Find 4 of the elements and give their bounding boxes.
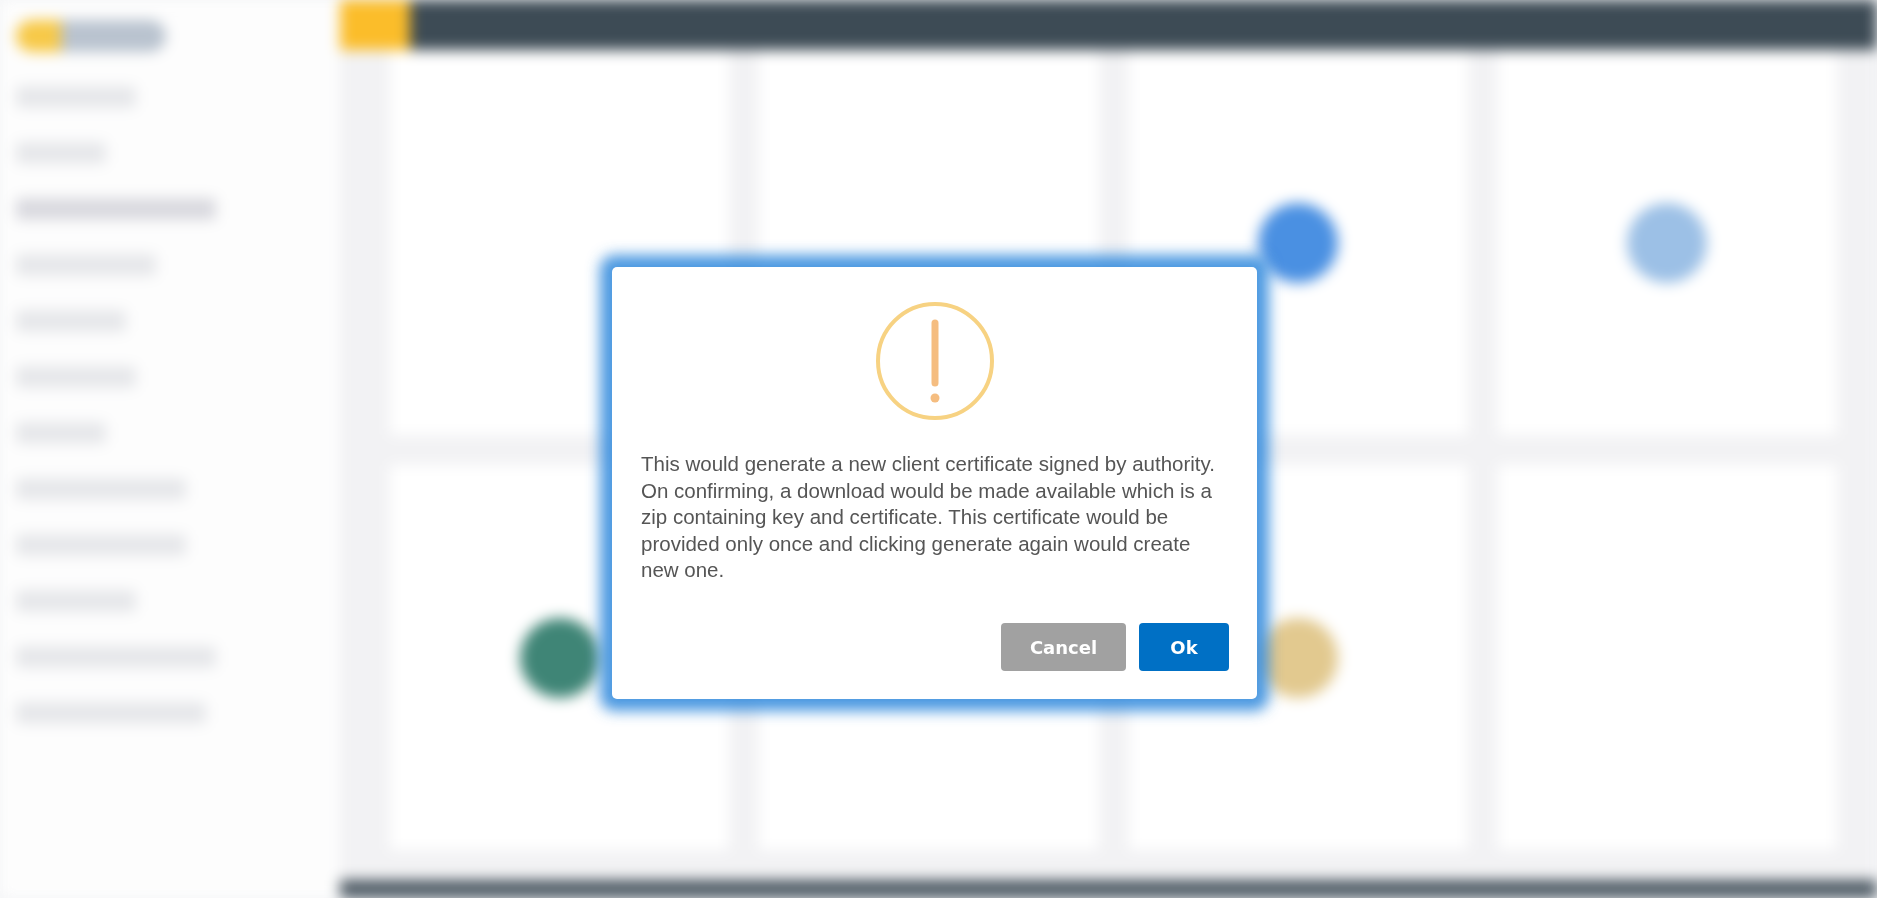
cancel-button[interactable]: Cancel	[1001, 623, 1126, 671]
warning-icon	[874, 301, 995, 421]
ok-button[interactable]: Ok	[1139, 623, 1229, 671]
dialog-message: This would generate a new client certificate signed by authority. On confirming, a download would be made available which is a zip containing key and certificate. This certificate would be provided only once and clicking generate again would create new one.	[640, 451, 1216, 583]
